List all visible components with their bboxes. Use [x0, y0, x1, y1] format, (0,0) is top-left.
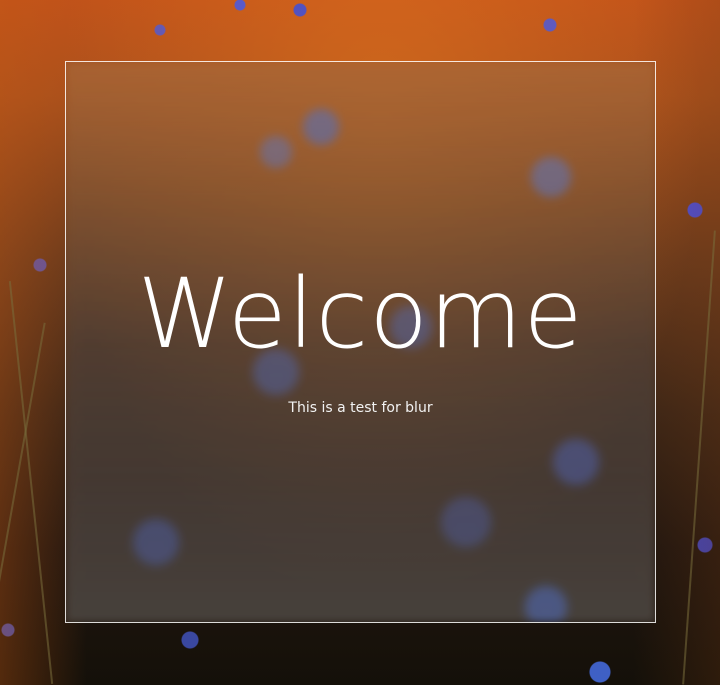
- welcome-title: Welcome: [137, 258, 584, 370]
- blur-subtitle: This is a test for blur: [288, 400, 433, 416]
- blur-card: Welcome This is a test for blur: [65, 61, 656, 623]
- page: Welcome This is a test for blur: [0, 0, 720, 685]
